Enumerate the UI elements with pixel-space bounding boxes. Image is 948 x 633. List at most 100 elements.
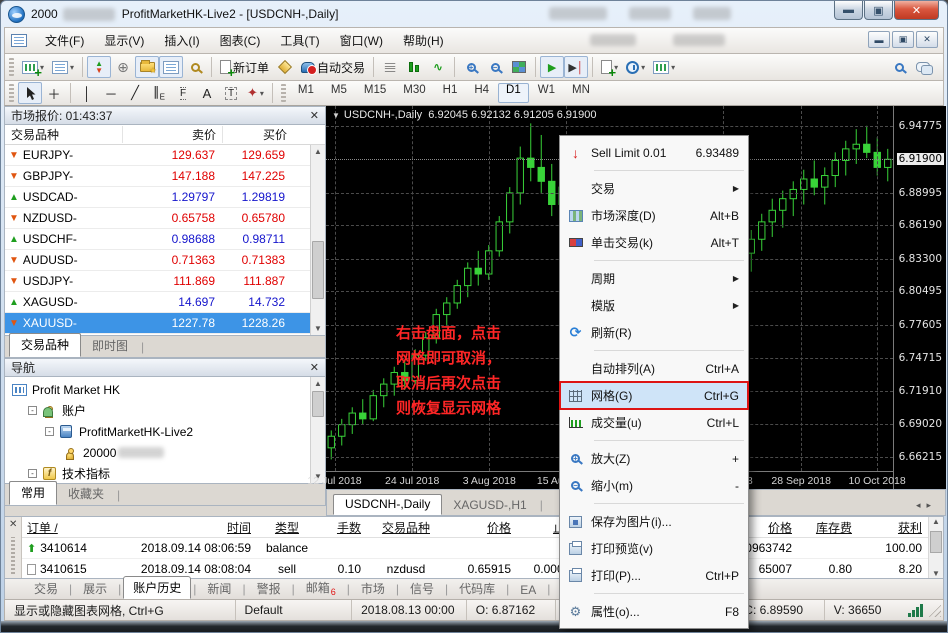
terminal-column-1[interactable]: 时间	[114, 519, 256, 536]
timeframe-button-M1[interactable]: M1	[290, 83, 322, 103]
terminal-column-2[interactable]: 类型	[256, 519, 318, 536]
chat-icon[interactable]	[911, 56, 935, 78]
menubar-item-T[interactable]: 工具(T)	[270, 29, 329, 52]
crosshair-tool[interactable]: ＋	[42, 82, 66, 104]
cursor-tool[interactable]	[18, 82, 42, 104]
context-menu-item-单击交易k[interactable]: 单击交易(k)Alt+T	[560, 229, 748, 256]
menubar-item-V[interactable]: 显示(V)	[94, 29, 154, 52]
zoom-in-button[interactable]: +	[459, 56, 483, 78]
navigator-item[interactable]: 20000	[5, 442, 325, 463]
candlestick-button[interactable]	[402, 56, 426, 78]
context-menu-item-刷新R[interactable]: ⟳刷新(R)	[560, 319, 748, 346]
periods-button[interactable]: ▾	[622, 56, 649, 78]
context-menu-item-模版[interactable]: 模版▶	[560, 292, 748, 319]
chart-tab-usdcnh[interactable]: USDCNH-,Daily	[333, 494, 442, 515]
strategy-tester-toggle[interactable]	[183, 56, 207, 78]
chart-shift-toggle[interactable]: ▶│	[564, 56, 588, 78]
column-bid[interactable]: 卖价	[123, 126, 223, 143]
market-watch-row[interactable]: ▼USDJPY-111.869111.887	[5, 271, 325, 292]
vertical-line-tool[interactable]: │	[75, 82, 99, 104]
market-watch-scrollbar[interactable]: ▲ ▼	[310, 145, 325, 335]
text-label-tool[interactable]: T	[219, 82, 243, 104]
horizontal-line-tool[interactable]: ─	[99, 82, 123, 104]
terminal-column-5[interactable]: 价格	[446, 519, 516, 536]
context-menu-item-网格G[interactable]: 网格(G)Ctrl+G	[560, 382, 748, 409]
context-menu-item-属性o[interactable]: ⚙属性(o)...F8	[560, 598, 748, 625]
timeframe-button-M15[interactable]: M15	[356, 83, 394, 103]
navigator-item[interactable]: -ProfitMarketHK-Live2	[5, 421, 325, 442]
zoom-out-button[interactable]: −	[483, 56, 507, 78]
new-chart-button[interactable]: ▾	[18, 56, 48, 78]
bar-chart-button[interactable]: 𝄙	[378, 56, 402, 78]
window-close-button[interactable]: ✕	[894, 1, 939, 20]
data-window-toggle[interactable]: ⊕	[111, 56, 135, 78]
market-watch-close-icon[interactable]: ✕	[310, 109, 319, 122]
market-watch-row[interactable]: ▼EURJPY-129.637129.659	[5, 145, 325, 166]
terminal-tab-市场[interactable]: 市场	[352, 578, 394, 599]
equidistant-channel-tool[interactable]: ∥E	[147, 82, 171, 104]
tile-windows-button[interactable]	[507, 56, 531, 78]
navigator-toggle[interactable]	[135, 56, 159, 78]
menubar-item-W[interactable]: 窗口(W)	[330, 29, 393, 52]
profiles-button[interactable]: ▾	[48, 56, 78, 78]
terminal-column-right-1[interactable]: 库存费	[797, 519, 857, 536]
context-menu-item-自动排列A[interactable]: 自动排列(A)Ctrl+A	[560, 355, 748, 382]
navigator-item[interactable]: -账户	[5, 400, 325, 421]
text-tool[interactable]: A	[195, 82, 219, 104]
toolbar-grip[interactable]	[281, 84, 286, 102]
tree-expander-icon[interactable]: -	[45, 427, 54, 436]
market-watch-row[interactable]: ▼XAUUSD-1227.781228.26	[5, 313, 325, 334]
arrows-tool[interactable]: ✦▾	[243, 82, 268, 104]
market-watch-toggle[interactable]: ▲▼	[87, 56, 111, 78]
menubar-item-F[interactable]: 文件(F)	[35, 29, 94, 52]
context-menu-item-SellLimit001[interactable]: ↓Sell Limit 0.016.93489	[560, 139, 748, 166]
navigator-scrollbar[interactable]: ▲ ▼	[310, 377, 325, 483]
chart-collapse-icon[interactable]: ▼	[332, 111, 340, 120]
tree-expander-icon[interactable]: -	[28, 469, 37, 478]
timeframe-button-MN[interactable]: MN	[564, 83, 598, 103]
timeframe-button-M5[interactable]: M5	[323, 83, 355, 103]
market-watch-row[interactable]: ▼NZDUSD-0.657580.65780	[5, 208, 325, 229]
market-watch-row[interactable]: ▲USDCHF-0.986880.98711	[5, 229, 325, 250]
terminal-tab-EA[interactable]: EA	[511, 581, 545, 599]
tab-symbols[interactable]: 交易品种	[9, 333, 81, 357]
status-template[interactable]: Default	[236, 600, 353, 620]
line-chart-button[interactable]: ∿	[426, 56, 450, 78]
terminal-grip[interactable]: ✕	[5, 517, 22, 578]
toolbar-grip[interactable]	[9, 84, 14, 102]
context-menu-item-周期[interactable]: 周期▶	[560, 265, 748, 292]
window-maximize-button[interactable]: ▣	[864, 1, 893, 20]
tree-expander-icon[interactable]: -	[28, 406, 37, 415]
tab-common[interactable]: 常用	[9, 481, 57, 505]
tab-favorites[interactable]: 收藏夹	[57, 483, 115, 505]
child-close-button[interactable]: ✕	[916, 31, 938, 48]
market-watch-row[interactable]: ▲USDCAD-1.297971.29819	[5, 187, 325, 208]
timeframe-button-H4[interactable]: H4	[466, 83, 497, 103]
toolbar-grip[interactable]	[9, 58, 14, 76]
column-ask[interactable]: 买价	[223, 126, 293, 143]
menubar-item-C[interactable]: 图表(C)	[210, 29, 271, 52]
terminal-column-4[interactable]: 交易品种	[366, 519, 446, 536]
terminal-tab-账户历史[interactable]: 账户历史	[123, 576, 191, 599]
auto-scroll-toggle[interactable]: ▶	[540, 56, 564, 78]
autotrading-button[interactable]: 自动交易	[297, 56, 369, 78]
menubar-item-H[interactable]: 帮助(H)	[393, 29, 454, 52]
context-menu-item-交易[interactable]: 交易▶	[560, 175, 748, 202]
navigator-close-icon[interactable]: ✕	[310, 361, 319, 374]
child-restore-button[interactable]: ▣	[892, 31, 914, 48]
templates-button[interactable]: ▾	[649, 56, 679, 78]
terminal-toggle[interactable]	[159, 56, 183, 78]
child-minimize-button[interactable]: ▬	[868, 31, 890, 48]
search-icon[interactable]	[887, 56, 911, 78]
terminal-column-0[interactable]: 订单 /	[22, 519, 114, 536]
metaeditor-button[interactable]	[273, 56, 297, 78]
terminal-tab-代码库[interactable]: 代码库	[450, 578, 504, 599]
fibonacci-tool[interactable]: F	[171, 82, 195, 104]
context-menu-item-放大Z[interactable]: +放大(Z)+	[560, 445, 748, 472]
timeframe-button-W1[interactable]: W1	[530, 83, 563, 103]
timeframe-button-H1[interactable]: H1	[435, 83, 466, 103]
terminal-tab-展示[interactable]: 展示	[74, 578, 116, 599]
market-watch-row[interactable]: ▲XAGUSD-14.69714.732	[5, 292, 325, 313]
tab-tick-chart[interactable]: 即时图	[81, 335, 139, 357]
terminal-column-3[interactable]: 手数	[318, 519, 366, 536]
